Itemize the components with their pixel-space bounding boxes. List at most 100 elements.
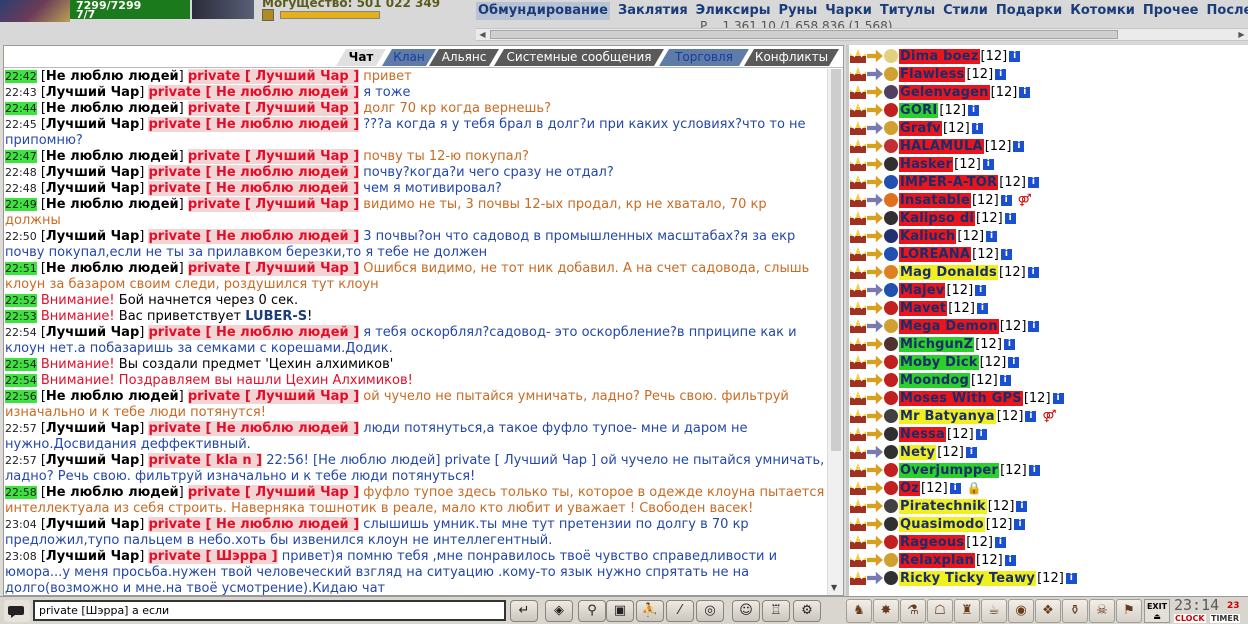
private-target[interactable]: private [ Не люблю людей ]: [148, 181, 360, 196]
player-row[interactable]: Grafv [12] i: [850, 119, 1077, 137]
avatar[interactable]: [0, 0, 70, 22]
info-icon[interactable]: i: [982, 158, 994, 170]
clan-icon[interactable]: [884, 427, 898, 441]
player-name[interactable]: Nety: [899, 444, 937, 460]
clan-icon[interactable]: [884, 121, 898, 135]
private-target[interactable]: private [ Не люблю людей ]: [148, 85, 360, 100]
player-name[interactable]: Quasimodo: [899, 516, 985, 532]
sender-name[interactable]: Лучший Чар: [46, 325, 139, 340]
sender-name[interactable]: Не люблю людей: [46, 69, 179, 84]
player-name[interactable]: Oz: [899, 480, 921, 496]
clan-icon[interactable]: [884, 301, 898, 315]
recipient-name[interactable]: Лучший Чар: [255, 101, 348, 116]
save-button[interactable]: ▣: [606, 600, 634, 622]
info-icon[interactable]: i: [1016, 500, 1028, 512]
info-icon[interactable]: i: [971, 122, 983, 134]
clan-icon[interactable]: [884, 337, 898, 351]
private-target[interactable]: private [ Лучший Чар ]: [187, 197, 360, 212]
player-row[interactable]: IMPER-A-TOR [12] i: [850, 173, 1077, 191]
clan-icon[interactable]: [884, 157, 898, 171]
helmet-button[interactable]: ♖: [762, 600, 790, 622]
player-list-divider[interactable]: [846, 45, 849, 596]
sender-name[interactable]: Не люблю людей: [46, 197, 179, 212]
chat-scrollbar[interactable]: ▼: [827, 69, 843, 595]
private-target[interactable]: private [ Лучший Чар ]: [187, 485, 360, 500]
scroll-down-icon[interactable]: ▼: [831, 584, 837, 592]
info-icon[interactable]: i: [1003, 338, 1015, 350]
info-icon[interactable]: i: [975, 284, 987, 296]
player-row[interactable]: Majev [12] i: [850, 281, 1077, 299]
tab-3[interactable]: Альянс: [429, 49, 499, 66]
info-icon[interactable]: i: [994, 536, 1006, 548]
equipment-slots[interactable]: [192, 0, 254, 19]
recipient-name[interactable]: Не люблю людей: [216, 165, 349, 180]
player-name[interactable]: Mr Batyanya: [899, 408, 996, 424]
star-button[interactable]: ✸: [873, 599, 899, 623]
private-target[interactable]: private [ Не люблю людей ]: [148, 229, 360, 244]
private-target[interactable]: private [ Не люблю людей ]: [148, 517, 360, 532]
private-target[interactable]: private [ Не люблю людей ]: [148, 325, 360, 340]
sender-name[interactable]: Лучший Чар: [46, 453, 139, 468]
eraser-button[interactable]: ◈: [545, 600, 573, 622]
recipient-name[interactable]: Лучший Чар: [255, 69, 348, 84]
settings-button[interactable]: ⚙: [793, 600, 821, 622]
clan-icon[interactable]: [884, 517, 898, 531]
player-row[interactable]: Gelenvagen [12] i: [850, 83, 1077, 101]
clan-icon[interactable]: [884, 409, 898, 423]
player-row[interactable]: MichgunZ [12] i: [850, 335, 1077, 353]
info-icon[interactable]: i: [975, 428, 987, 440]
info-icon[interactable]: i: [1004, 554, 1016, 566]
clan-icon[interactable]: [884, 535, 898, 549]
clan-icon[interactable]: [884, 319, 898, 333]
player-name[interactable]: LOREANA: [899, 246, 972, 262]
player-row[interactable]: Moses With GPS [12] i: [850, 389, 1077, 407]
player-name[interactable]: Relaxplan: [899, 552, 976, 568]
clan-icon[interactable]: [884, 67, 898, 81]
clan-icon[interactable]: [884, 481, 898, 495]
clan-icon[interactable]: [884, 193, 898, 207]
player-row[interactable]: Oz [12] i 🔒: [850, 479, 1077, 497]
player-row[interactable]: Dima boez [12] i: [850, 47, 1077, 65]
private-target[interactable]: private [ Шэрра ]: [148, 549, 278, 564]
chest-button[interactable]: ☖: [927, 599, 953, 623]
sender-name[interactable]: Не люблю людей: [46, 389, 179, 404]
player-name[interactable]: Mega Demon: [899, 318, 999, 334]
chat-input[interactable]: [33, 600, 506, 621]
player-name[interactable]: Moby Dick: [899, 354, 979, 370]
chat-mode-button[interactable]: [4, 600, 30, 622]
player-row[interactable]: Relaxplan [12] i: [850, 551, 1077, 569]
player-row[interactable]: Piratechnik [12] i: [850, 497, 1077, 515]
info-icon[interactable]: i: [1009, 50, 1021, 62]
info-icon[interactable]: i: [1014, 518, 1026, 530]
private-target[interactable]: private [ Не люблю людей ]: [148, 421, 360, 436]
private-target[interactable]: private [ Лучший Чар ]: [187, 101, 360, 116]
info-icon[interactable]: i: [1052, 392, 1064, 404]
private-target[interactable]: private [ Не люблю людей ]: [148, 165, 360, 180]
info-icon[interactable]: i: [1013, 140, 1025, 152]
player-name[interactable]: Gelenvagen: [899, 84, 990, 100]
tab-4[interactable]: Системные сообщения: [494, 49, 664, 66]
sender-name[interactable]: Лучший Чар: [46, 85, 139, 100]
recipient-name[interactable]: Не люблю людей: [216, 325, 349, 340]
clan-icon[interactable]: [884, 445, 898, 459]
player-row[interactable]: Ricky Ticky Teawy [12] i: [850, 569, 1077, 587]
info-icon[interactable]: i: [986, 230, 998, 242]
player-name[interactable]: Hasker: [899, 156, 954, 172]
info-icon[interactable]: i: [1027, 176, 1039, 188]
recipient-name[interactable]: Не люблю людей: [216, 229, 349, 244]
player-row[interactable]: Moby Dick [12] i: [850, 353, 1077, 371]
enter-button[interactable]: ↵: [510, 600, 538, 622]
player-row[interactable]: HALAMULA [12] i: [850, 137, 1077, 155]
info-icon[interactable]: i: [949, 482, 961, 494]
player-name[interactable]: Majev: [899, 282, 946, 298]
player-name[interactable]: Moses With GPS: [899, 390, 1023, 406]
private-target[interactable]: private [ Не люблю людей ]: [148, 117, 360, 132]
exit-button[interactable]: EXIT ⏏: [1144, 599, 1170, 623]
tab-5[interactable]: Торговля: [659, 49, 749, 66]
player-row[interactable]: Overjumpper [12] i: [850, 461, 1077, 479]
skull-button[interactable]: ☠: [1089, 599, 1115, 623]
timer-button[interactable]: TIMER: [1210, 614, 1241, 623]
recipient-name[interactable]: Не люблю людей: [216, 517, 349, 532]
player-name[interactable]: LUBER-S: [245, 309, 307, 324]
info-icon[interactable]: i: [1028, 464, 1040, 476]
